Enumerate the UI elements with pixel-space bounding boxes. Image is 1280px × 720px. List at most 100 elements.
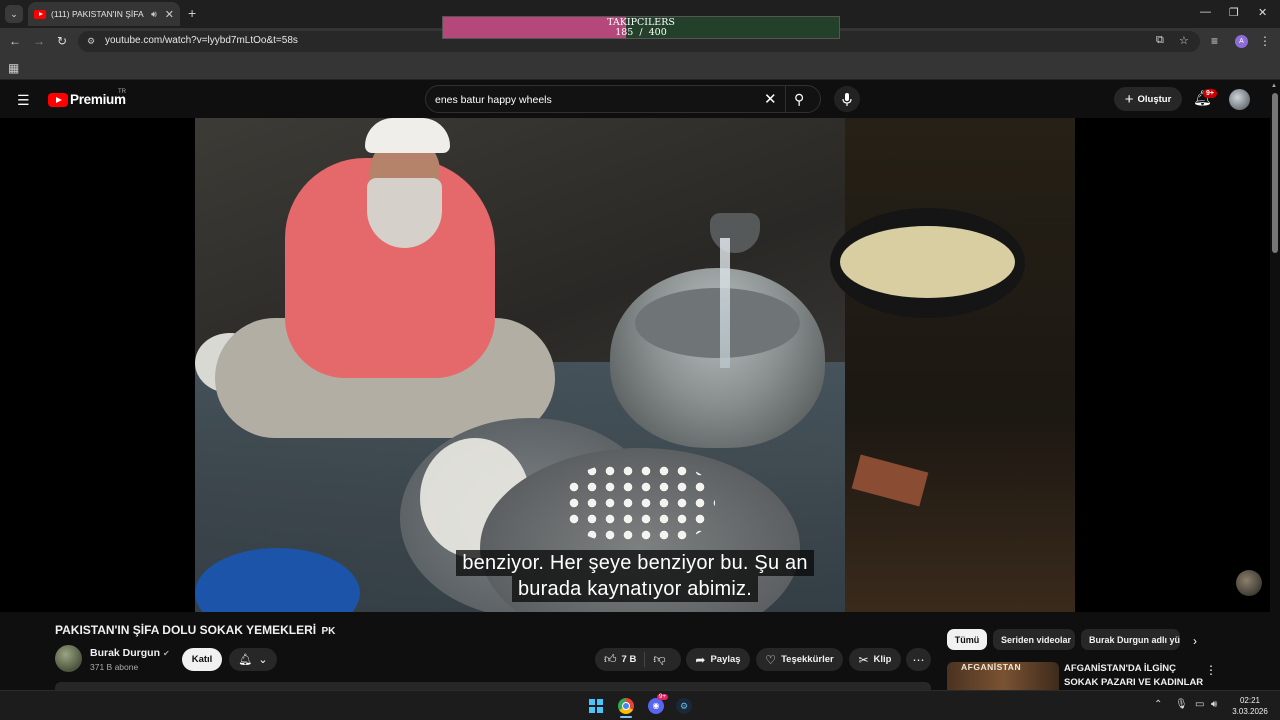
followers-goal-bar: TAKIPCILERS 185 / 400 bbox=[442, 16, 840, 39]
chip-series-videos[interactable]: Seriden videolar bbox=[993, 629, 1075, 650]
bell-icon: 🔔︎ bbox=[238, 654, 253, 666]
video-scene bbox=[710, 213, 760, 253]
video-player[interactable]: benziyor. Her şeye benziyor bu. Şu an bu… bbox=[195, 118, 1075, 612]
like-count[interactable]: 7 B bbox=[622, 654, 637, 665]
video-scene bbox=[635, 288, 800, 358]
more-vert-icon[interactable]: ⋮ bbox=[1205, 663, 1217, 677]
create-label: Oluştur bbox=[1137, 93, 1172, 105]
menu-icon[interactable]: ☰ bbox=[17, 92, 30, 109]
clock-date: 3.03.2026 bbox=[1232, 707, 1268, 716]
search-icon[interactable]: ⚲ bbox=[794, 91, 804, 108]
notifications-badge: 9+ bbox=[1203, 89, 1217, 98]
followers-count: 185 / 400 bbox=[615, 27, 667, 38]
chevron-down-icon: ⌄ bbox=[258, 654, 268, 666]
close-tab-icon[interactable]: ✕ bbox=[165, 8, 174, 21]
chevron-right-icon[interactable]: › bbox=[1193, 634, 1197, 648]
media-control-icon[interactable]: ≡ bbox=[1211, 34, 1218, 48]
youtube-logo-icon[interactable] bbox=[48, 93, 68, 107]
tray-volume-icon[interactable]: 🔊︎ bbox=[1211, 699, 1217, 710]
join-button[interactable]: Katıl bbox=[182, 648, 222, 671]
clear-search-icon[interactable]: ✕ bbox=[764, 90, 777, 108]
back-icon[interactable]: ← bbox=[9, 34, 21, 48]
close-window-icon[interactable]: ✕ bbox=[1258, 6, 1267, 19]
subscriber-count: 371 B abone bbox=[90, 662, 139, 672]
bookmark-star-icon[interactable]: ☆ bbox=[1179, 34, 1189, 47]
video-title-text: PAKISTAN'IN ŞİFA DOLU SOKAK YEMEKLERİ bbox=[55, 623, 317, 637]
video-scene bbox=[565, 463, 715, 543]
recommended-thumbnail[interactable]: AFGANİSTAN bbox=[947, 662, 1059, 690]
video-scene bbox=[845, 118, 1075, 612]
heart-dollar-icon: ♡ bbox=[765, 652, 777, 667]
chip-channel-uploads[interactable]: Burak Durgun adlı yük bbox=[1081, 629, 1180, 650]
steam-taskbar-icon[interactable]: ⚙ bbox=[676, 698, 692, 714]
thanks-label: Teşekkürler bbox=[781, 654, 834, 665]
share-icon: ➦ bbox=[695, 652, 706, 667]
subscribe-bell-button[interactable]: 🔔︎ ⌄ bbox=[229, 648, 277, 671]
discord-taskbar-icon[interactable]: ◉ bbox=[648, 698, 664, 714]
subtitle-line-2: burada kaynatıyor abimiz. bbox=[511, 576, 758, 602]
title-flag: PK bbox=[321, 626, 336, 637]
chrome-taskbar-icon[interactable] bbox=[618, 698, 634, 714]
channel-avatar[interactable] bbox=[55, 645, 82, 672]
share-button[interactable]: ➦ Paylaş bbox=[686, 648, 750, 671]
verified-check-icon: ✔ bbox=[163, 649, 170, 658]
clip-label: Klip bbox=[873, 654, 892, 665]
search-box[interactable]: enes batur happy wheels ✕ ⚲ bbox=[425, 85, 821, 113]
recommended-title-text[interactable]: AFGANİSTAN'DA İLGİNÇ SOKAK PAZARI VE KAD… bbox=[1064, 663, 1203, 688]
video-scene bbox=[840, 226, 1015, 298]
tray-microphone-icon[interactable]: 🎙︎ bbox=[1175, 699, 1188, 710]
install-app-icon[interactable]: ⧉ bbox=[1156, 34, 1164, 47]
channel-watermark-avatar[interactable] bbox=[1236, 570, 1262, 596]
tab-search-icon[interactable]: ⌄ bbox=[5, 5, 23, 23]
windows-start-icon[interactable] bbox=[589, 699, 603, 713]
tab-title: (111) PAKISTAN'IN ŞİFA DO bbox=[51, 9, 146, 19]
description-box[interactable] bbox=[55, 682, 931, 690]
speaker-icon[interactable]: 🔊︎ bbox=[151, 9, 157, 20]
thumbnail-caption: AFGANİSTAN bbox=[961, 662, 1022, 672]
reload-icon[interactable]: ↻ bbox=[57, 34, 67, 48]
profile-avatar[interactable]: A bbox=[1235, 35, 1248, 48]
apps-grid-icon[interactable]: ▦ bbox=[8, 61, 19, 75]
dislike-icon[interactable]: 👎︎ bbox=[653, 652, 665, 667]
browser-tab-active[interactable]: (111) PAKISTAN'IN ŞİFA DO 🔊︎ ✕ bbox=[28, 2, 180, 26]
channel-name-text[interactable]: Burak Durgun bbox=[90, 647, 160, 659]
system-clock[interactable]: 02:21 3.03.2026 bbox=[1228, 695, 1272, 717]
clip-button[interactable]: ✂ Klip bbox=[849, 648, 901, 671]
url-text: youtube.com/watch?v=lyybd7mLtOo&t=58s bbox=[105, 35, 298, 46]
chip-all[interactable]: Tümü bbox=[947, 629, 987, 650]
discord-badge: 9+ bbox=[657, 694, 668, 700]
more-actions-button[interactable]: ⋯ bbox=[906, 648, 931, 671]
like-divider bbox=[644, 652, 645, 667]
scissors-icon: ✂ bbox=[858, 652, 869, 667]
more-horiz-icon: ⋯ bbox=[912, 652, 925, 667]
microphone-icon bbox=[842, 92, 852, 106]
bookmarks-bar: ▦ bbox=[0, 55, 1280, 80]
restore-icon[interactable]: ❐ bbox=[1229, 6, 1239, 19]
forward-icon[interactable]: → bbox=[33, 34, 45, 48]
plus-icon: + bbox=[1124, 90, 1134, 108]
channel-name[interactable]: Burak Durgun ✔ bbox=[90, 647, 170, 659]
minimize-icon[interactable]: — bbox=[1200, 6, 1211, 18]
account-avatar[interactable] bbox=[1229, 89, 1250, 110]
youtube-header: ☰ Premium TR enes batur happy wheels ✕ ⚲… bbox=[0, 81, 1280, 118]
scrollbar-thumb[interactable] bbox=[1272, 93, 1278, 253]
chrome-active-indicator bbox=[620, 716, 632, 718]
site-info-icon[interactable]: ⚙ bbox=[87, 36, 97, 46]
create-button[interactable]: + Oluştur bbox=[1114, 87, 1182, 111]
search-input[interactable]: enes batur happy wheels bbox=[435, 94, 552, 106]
scroll-up-arrow-icon[interactable]: ▲ bbox=[1271, 83, 1277, 89]
video-scene bbox=[365, 118, 450, 153]
browser-menu-icon[interactable]: ⋮ bbox=[1259, 34, 1271, 48]
like-icon[interactable]: 👍︎ bbox=[604, 652, 617, 667]
share-label: Paylaş bbox=[710, 654, 741, 665]
followers-goal-text: TAKIPCILERS 185 / 400 bbox=[443, 18, 839, 38]
subtitles: benziyor. Her şeye benziyor bu. Şu an bu… bbox=[195, 550, 1075, 602]
video-scene bbox=[720, 238, 730, 368]
tray-network-icon[interactable]: ▭ bbox=[1195, 699, 1204, 710]
voice-search-button[interactable] bbox=[834, 86, 860, 112]
tray-overflow-icon[interactable]: ⌃ bbox=[1154, 699, 1162, 710]
subtitle-line-1: benziyor. Her şeye benziyor bu. Şu an bbox=[456, 550, 814, 576]
new-tab-icon[interactable]: + bbox=[188, 5, 196, 21]
youtube-favicon-icon bbox=[34, 9, 46, 19]
thanks-button[interactable]: ♡ Teşekkürler bbox=[756, 648, 843, 671]
